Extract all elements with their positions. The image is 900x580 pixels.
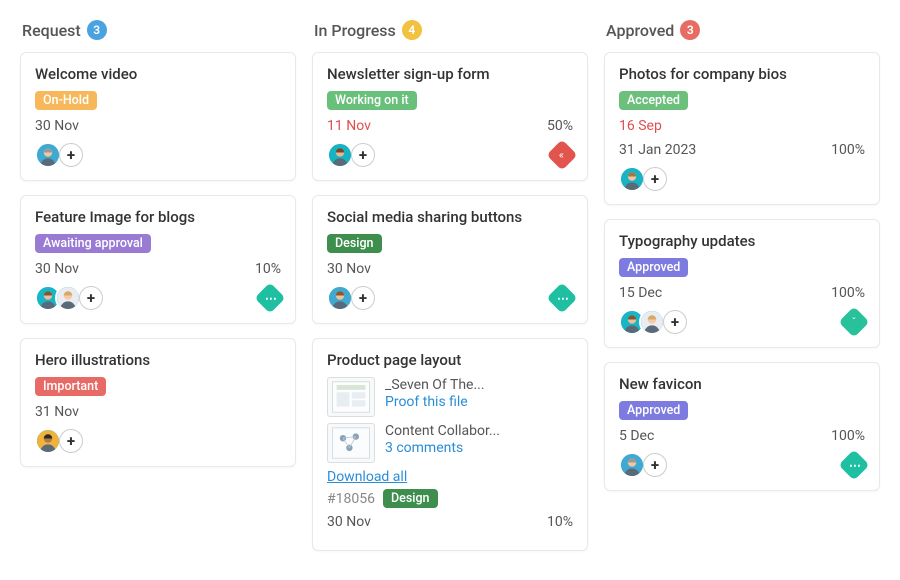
assignee-list: + xyxy=(327,142,375,168)
card-date: 16 Sep xyxy=(619,118,662,134)
kanban-column: Request 3Welcome videoOn-Hold 30 Nov +Fe… xyxy=(20,20,296,565)
card-progress: 10% xyxy=(255,261,281,277)
avatar[interactable] xyxy=(619,166,645,192)
assignee-list: + xyxy=(35,285,103,311)
avatar[interactable] xyxy=(35,428,61,454)
status-tag[interactable]: Approved xyxy=(619,258,688,277)
avatar[interactable] xyxy=(327,142,353,168)
avatar[interactable] xyxy=(639,309,665,335)
add-assignee-button[interactable]: + xyxy=(59,143,83,167)
card-date-secondary: 31 Jan 2023 xyxy=(619,142,696,158)
card-progress: 50% xyxy=(547,118,573,134)
add-assignee-button[interactable]: + xyxy=(643,167,667,191)
card-date: 15 Dec xyxy=(619,285,662,301)
column-title: Approved xyxy=(606,21,674,40)
add-assignee-button[interactable]: + xyxy=(351,143,375,167)
card-date: 11 Nov xyxy=(327,118,371,134)
task-card[interactable]: Typography updates Approved 15 Dec 100% +… xyxy=(604,219,880,348)
task-card[interactable]: Product page layout _Seven Of The... Pro… xyxy=(312,338,588,551)
add-assignee-button[interactable]: + xyxy=(79,286,103,310)
column-title: In Progress xyxy=(314,21,396,40)
status-tag[interactable]: On-Hold xyxy=(35,91,97,110)
add-assignee-button[interactable]: + xyxy=(663,310,687,334)
status-tag[interactable]: Design xyxy=(383,489,438,508)
column-header: In Progress 4 xyxy=(312,20,588,40)
status-tag[interactable]: Approved xyxy=(619,401,688,420)
task-card[interactable]: Welcome video On-Hold 30 Nov + xyxy=(20,52,296,181)
attachment-action-link[interactable]: Proof this file xyxy=(385,394,485,410)
card-title: Product page layout xyxy=(327,351,573,369)
avatar[interactable] xyxy=(35,142,61,168)
add-assignee-button[interactable]: + xyxy=(643,453,667,477)
column-title: Request xyxy=(22,21,81,40)
card-date: 5 Dec xyxy=(619,428,654,444)
status-tag[interactable]: Awaiting approval xyxy=(35,234,151,253)
attachment-action-link[interactable]: 3 comments xyxy=(385,440,500,456)
attachment-thumbnail[interactable] xyxy=(327,423,375,463)
avatar[interactable] xyxy=(327,285,353,311)
task-card[interactable]: Newsletter sign-up form Working on it 11 … xyxy=(312,52,588,181)
card-progress: 100% xyxy=(831,142,865,158)
card-progress: 100% xyxy=(831,285,865,301)
status-tag[interactable]: Design xyxy=(327,234,382,253)
add-assignee-button[interactable]: + xyxy=(59,429,83,453)
attachment-name: Content Collabor... xyxy=(385,423,500,439)
card-title: Photos for company bios xyxy=(619,65,865,83)
priority-icon[interactable]: ⋯ xyxy=(838,449,869,480)
card-date: 30 Nov xyxy=(35,261,79,277)
assignee-list: + xyxy=(35,142,83,168)
card-title: Newsletter sign-up form xyxy=(327,65,573,83)
attachment-thumbnail[interactable] xyxy=(327,377,375,417)
avatar[interactable] xyxy=(619,452,645,478)
assignee-list: + xyxy=(619,452,667,478)
task-card[interactable]: Hero illustrations Important 31 Nov + xyxy=(20,338,296,467)
task-card[interactable]: Feature Image for blogs Awaiting approval… xyxy=(20,195,296,324)
add-assignee-button[interactable]: + xyxy=(351,286,375,310)
priority-icon[interactable]: « xyxy=(546,139,577,170)
card-progress: 10% xyxy=(547,514,573,530)
card-date: 30 Nov xyxy=(327,514,371,530)
column-header: Request 3 xyxy=(20,20,296,40)
status-tag[interactable]: Accepted xyxy=(619,91,688,110)
priority-icon[interactable]: ⋯ xyxy=(254,282,285,313)
card-title: New favicon xyxy=(619,375,865,393)
column-count-badge: 3 xyxy=(680,20,700,40)
card-date: 30 Nov xyxy=(35,118,79,134)
card-progress: 100% xyxy=(831,428,865,444)
kanban-board: Request 3Welcome videoOn-Hold 30 Nov +Fe… xyxy=(20,20,880,565)
attachment[interactable]: _Seven Of The... Proof this file xyxy=(327,377,573,417)
assignee-list: + xyxy=(327,285,375,311)
attachment[interactable]: Content Collabor... 3 comments xyxy=(327,423,573,463)
card-title: Welcome video xyxy=(35,65,281,83)
column-count-badge: 4 xyxy=(402,20,422,40)
card-date: 31 Nov xyxy=(35,404,79,420)
card-title: Social media sharing buttons xyxy=(327,208,573,226)
status-tag[interactable]: Important xyxy=(35,377,106,396)
avatar[interactable] xyxy=(55,285,81,311)
priority-icon[interactable]: ⋯ xyxy=(546,282,577,313)
assignee-list: + xyxy=(619,166,667,192)
card-id: #18056 xyxy=(327,491,375,507)
column-header: Approved 3 xyxy=(604,20,880,40)
assignee-list: + xyxy=(619,309,687,335)
task-card[interactable]: New favicon Approved 5 Dec 100% + ⋯ xyxy=(604,362,880,491)
card-title: Hero illustrations xyxy=(35,351,281,369)
status-tag[interactable]: Working on it xyxy=(327,91,417,110)
download-all-link[interactable]: Download all xyxy=(327,469,407,485)
column-count-badge: 3 xyxy=(87,20,107,40)
assignee-list: + xyxy=(35,428,83,454)
attachment-name: _Seven Of The... xyxy=(385,377,485,393)
task-card[interactable]: Social media sharing buttons Design 30 No… xyxy=(312,195,588,324)
task-card[interactable]: Photos for company bios Accepted 16 Sep 3… xyxy=(604,52,880,205)
priority-icon[interactable]: ˇ xyxy=(838,306,869,337)
card-title: Feature Image for blogs xyxy=(35,208,281,226)
card-title: Typography updates xyxy=(619,232,865,250)
kanban-column: Approved 3 Photos for company bios Accepte… xyxy=(604,20,880,565)
kanban-column: In Progress 4 Newsletter sign-up form Work… xyxy=(312,20,588,565)
card-date: 30 Nov xyxy=(327,261,371,277)
